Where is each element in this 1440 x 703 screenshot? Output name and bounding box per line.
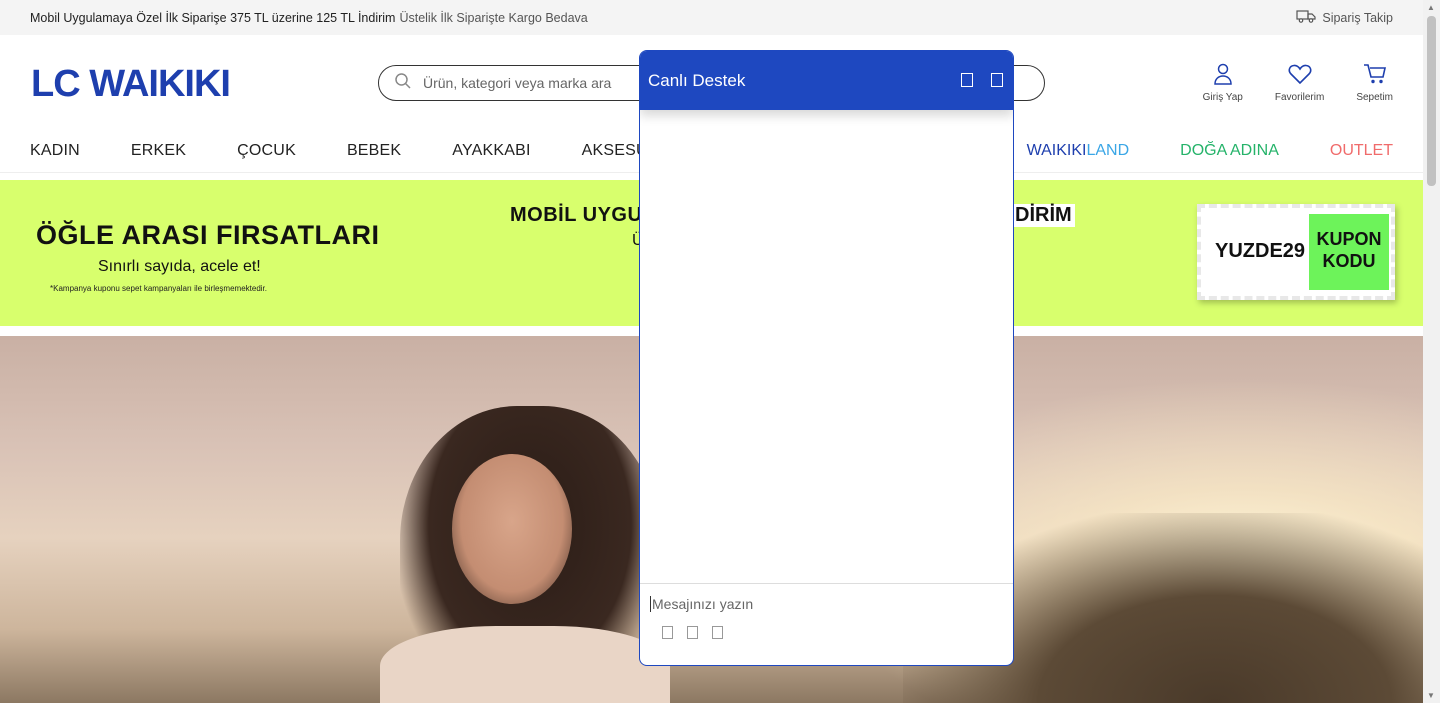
nav-item-erkek[interactable]: ERKEK [131, 142, 186, 160]
live-support-chat-window: Canlı Destek Mesajınızı yazın [639, 50, 1014, 666]
favorites-label: Favorilerim [1274, 92, 1325, 103]
coupon-card: YUZDE29 KUPON KODU [1197, 204, 1395, 300]
coupon-label-line-1: KUPON [1316, 229, 1382, 249]
user-icon [1213, 63, 1233, 88]
chat-composer: Mesajınızı yazın [640, 583, 1013, 665]
nav-item-cocuk[interactable]: ÇOCUK [237, 142, 296, 160]
scroll-down-icon[interactable]: ▼ [1427, 691, 1435, 700]
cart-icon [1363, 63, 1387, 88]
scroll-up-icon[interactable]: ▲ [1427, 3, 1435, 12]
heart-icon [1288, 63, 1312, 88]
order-track-label: Sipariş Takip [1322, 10, 1393, 25]
nav-item-doga-adina[interactable]: DOĞA ADINA [1180, 142, 1279, 160]
waikikiland-part-1: WAIKIKI [1026, 142, 1087, 159]
send-icon[interactable] [712, 626, 723, 639]
hero-model-shoulder [380, 626, 670, 703]
nav-right-group: WAIKIKILAND DOĞA ADINA OUTLET [1027, 130, 1393, 172]
hero-model-face [452, 454, 572, 604]
top-promo-bar: Mobil Uygulamaya Özel İlk Siparişe 375 T… [0, 0, 1423, 35]
banner-title: ÖĞLE ARASI FIRSATLARI [36, 220, 380, 250]
truck-icon [1296, 9, 1316, 26]
chat-window-controls [961, 73, 1003, 87]
coupon-code: YUZDE29 [1215, 240, 1306, 262]
page-scrollbar[interactable]: ▲ ▼ [1423, 0, 1440, 703]
chat-header: Canlı Destek [640, 51, 1013, 110]
chat-toolbar [662, 626, 723, 639]
nav-item-kadin[interactable]: KADIN [30, 142, 80, 160]
promo-text-main: Mobil Uygulamaya Özel İlk Siparişe 375 T… [30, 10, 396, 25]
banner-subtitle: Sınırlı sayıda, acele et! [98, 258, 261, 275]
coupon-label-line-2: KODU [1322, 251, 1376, 271]
banner-mid-text-right: DİRİM [1012, 204, 1075, 227]
chat-minimize-icon[interactable] [961, 73, 973, 87]
scrollbar-thumb[interactable] [1427, 16, 1436, 186]
waikikiland-part-2: LAND [1086, 142, 1130, 159]
login-button[interactable]: Giriş Yap [1203, 63, 1243, 103]
chat-close-icon[interactable] [991, 73, 1003, 87]
chat-message-input[interactable]: Mesajınızı yazın [650, 596, 753, 612]
login-label: Giriş Yap [1202, 92, 1243, 103]
header-actions: Giriş Yap Favorilerim Sepetim [1203, 63, 1393, 103]
search-icon [395, 72, 411, 94]
cart-label: Sepetim [1356, 92, 1393, 103]
page: Mobil Uygulamaya Özel İlk Siparişe 375 T… [0, 0, 1440, 703]
banner-footnote: *Kampanya kuponu sepet kampanyaları ile … [50, 284, 268, 293]
nav-item-ayakkabi[interactable]: AYAKKABI [452, 142, 530, 160]
nav-item-waikikiland[interactable]: WAIKIKILAND [1027, 142, 1130, 160]
favorites-button[interactable]: Favorilerim [1275, 63, 1324, 103]
attachment-icon[interactable] [687, 626, 698, 639]
lc-waikiki-logo[interactable]: LC WAIKIKI [31, 65, 231, 103]
promo-text[interactable]: Mobil Uygulamaya Özel İlk Siparişe 375 T… [30, 11, 588, 25]
order-track-link[interactable]: Sipariş Takip [1296, 9, 1393, 26]
chat-messages-area [640, 110, 1013, 585]
nav-item-outlet[interactable]: OUTLET [1330, 142, 1393, 160]
nav-item-bebek[interactable]: BEBEK [347, 142, 401, 160]
banner-mid-text-left: MOBİL UYGU [510, 204, 643, 226]
emoji-icon[interactable] [662, 626, 673, 639]
promo-text-secondary: Üstelik İlk Siparişte Kargo Bedava [399, 10, 588, 25]
chat-title: Canlı Destek [648, 70, 746, 90]
cart-button[interactable]: Sepetim [1356, 63, 1393, 103]
coupon-label: KUPON KODU [1309, 214, 1389, 290]
